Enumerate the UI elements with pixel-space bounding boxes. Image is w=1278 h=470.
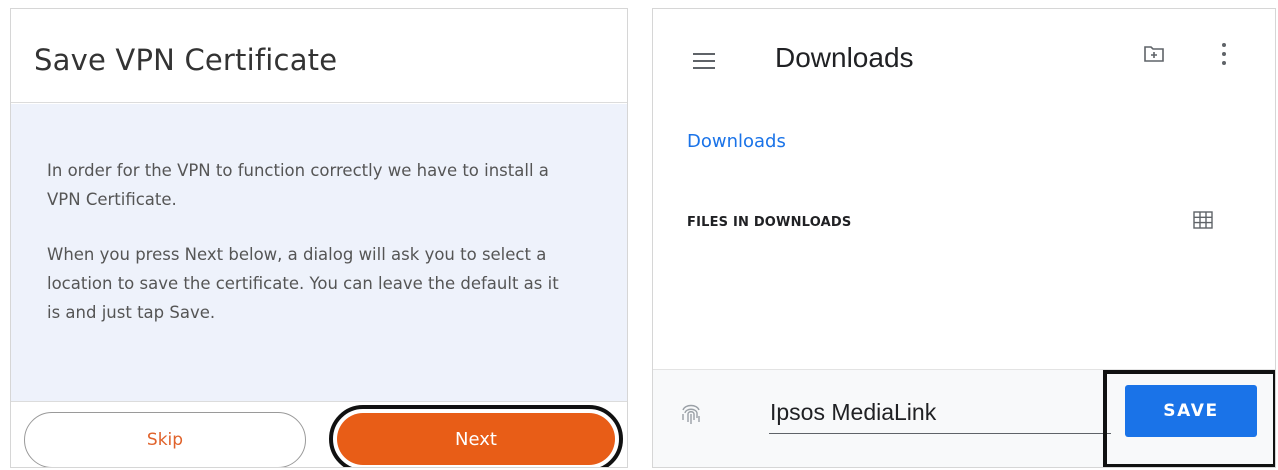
next-button-highlight: Next bbox=[329, 405, 623, 467]
filename-input[interactable] bbox=[769, 392, 1111, 434]
dialog-footer: Skip Next bbox=[11, 401, 627, 467]
grid-view-icon[interactable] bbox=[1193, 211, 1213, 229]
breadcrumb[interactable]: Downloads bbox=[687, 131, 786, 152]
vpn-certificate-dialog: Save VPN Certificate In order for the VP… bbox=[10, 8, 628, 468]
menu-icon[interactable] bbox=[693, 53, 715, 69]
save-button[interactable]: SAVE bbox=[1125, 385, 1257, 437]
more-vert-icon[interactable] bbox=[1219, 43, 1229, 69]
save-bar: SAVE bbox=[653, 369, 1275, 467]
dialog-message-1: In order for the VPN to function correct… bbox=[47, 161, 549, 209]
dialog-message-2: When you press Next below, a dialog will… bbox=[47, 245, 559, 322]
file-save-picker: Downloads Downloads FILES IN DOWNLOADS S… bbox=[652, 8, 1276, 468]
files-section-label: FILES IN DOWNLOADS bbox=[687, 215, 852, 230]
new-folder-icon[interactable] bbox=[1143, 43, 1165, 65]
dialog-body: In order for the VPN to function correct… bbox=[11, 104, 627, 410]
skip-button[interactable]: Skip bbox=[24, 412, 306, 467]
dialog-title: Save VPN Certificate bbox=[34, 43, 338, 77]
next-button[interactable]: Next bbox=[337, 413, 615, 465]
picker-title: Downloads bbox=[775, 42, 914, 73]
dialog-header: Save VPN Certificate bbox=[11, 9, 627, 103]
fingerprint-icon bbox=[682, 404, 700, 424]
